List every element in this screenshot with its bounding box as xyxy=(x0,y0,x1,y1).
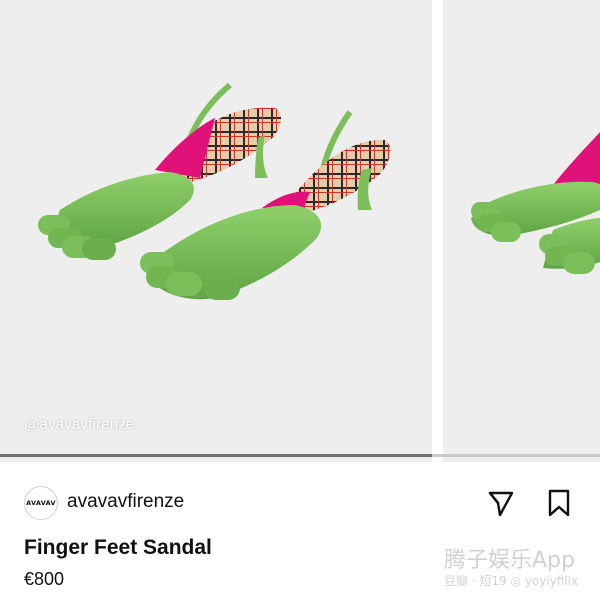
avatar[interactable]: AVAVAV xyxy=(24,486,58,520)
overlay-brand-line2: 豆瓣 · 短19 ◎ yoyiyfilix xyxy=(444,574,579,588)
carousel-progress-track xyxy=(0,454,600,457)
carousel-slide-current[interactable]: @avavavfirenze xyxy=(0,0,432,462)
overlay-brand-line1: 腾子娱乐App xyxy=(444,548,575,573)
sandal-photo xyxy=(38,82,391,300)
save-button[interactable] xyxy=(542,486,576,520)
share-button[interactable] xyxy=(484,486,518,520)
avatar-logo-text: AVAVAV xyxy=(26,499,56,507)
paper-plane-icon xyxy=(488,491,514,517)
overlay-brand-watermark: 腾子娱乐App 豆瓣 · 短19 ◎ yoyiyfilix xyxy=(444,542,594,594)
carousel-slide-next[interactable] xyxy=(443,0,600,462)
bookmark-icon xyxy=(548,489,570,517)
photo-watermark: @avavavfirenze xyxy=(24,416,135,433)
post-header: AVAVAV avavavfirenze xyxy=(0,478,600,528)
product-name: Finger Feet Sandal xyxy=(24,536,212,559)
media-carousel[interactable]: @avavavfirenze xyxy=(0,0,600,462)
account-name[interactable]: avavavfirenze xyxy=(67,491,184,513)
carousel-progress-fill xyxy=(0,454,432,457)
product-price: €800 xyxy=(24,569,65,589)
sandal-photo-next xyxy=(471,132,600,274)
